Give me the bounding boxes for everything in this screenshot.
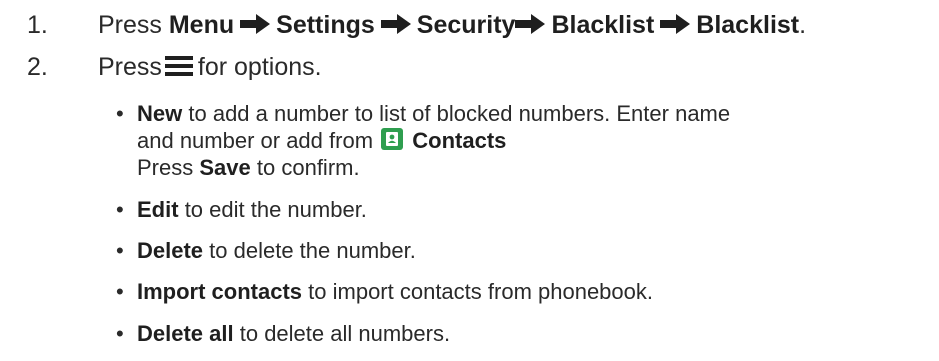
step-number: 2. <box>27 53 48 81</box>
option-text: to edit the number. <box>184 197 367 222</box>
option-term: Import contacts <box>137 279 303 304</box>
bullet-marker: • <box>116 238 124 263</box>
path-security: Security <box>416 11 516 39</box>
bullet-body: Edit to edit the number. <box>137 196 367 223</box>
option-text: to import contacts from phonebook. <box>308 279 654 304</box>
bullet-body: Delete all to delete all numbers. <box>137 320 450 347</box>
bullet-body: Delete to delete the number. <box>137 237 416 264</box>
option-text: to delete all numbers. <box>239 321 451 346</box>
option-term: Save <box>199 155 251 180</box>
option-term: Delete all <box>137 321 234 346</box>
step-text: Press Menu Settings Security Blacklist Black… <box>98 10 806 40</box>
option-text: to add a number to list of blocked numbe… <box>188 101 731 126</box>
bullet-marker: • <box>116 321 124 346</box>
path-blacklist: Blacklist <box>551 11 655 39</box>
bullet-line: and number or add from Contacts <box>137 127 730 154</box>
list-item-new: • New to add a number to list of blocked… <box>0 100 939 188</box>
press-word: Press <box>98 53 162 81</box>
bullet-marker: • <box>116 197 124 222</box>
bullet-line: Press Save to confirm. <box>137 154 730 181</box>
bullet-marker: • <box>116 279 124 304</box>
option-term: New <box>137 101 183 126</box>
option-text: to delete the number. <box>209 238 416 263</box>
option-text: and number or add from <box>137 128 374 153</box>
right-arrow-icon <box>380 14 411 35</box>
step-end: . <box>799 11 807 39</box>
press-word: Press <box>98 11 162 39</box>
hamburger-menu-icon <box>164 56 193 77</box>
path-menu: Menu <box>168 11 235 39</box>
option-term: Edit <box>137 197 179 222</box>
right-arrow-icon <box>240 14 271 35</box>
bullet-line: New to add a number to list of blocked n… <box>137 100 730 127</box>
option-term: Contacts <box>412 128 507 153</box>
step-number: 1. <box>27 11 48 39</box>
step-suffix: for options. <box>197 53 322 81</box>
option-text: Press <box>137 155 194 180</box>
path-settings: Settings <box>276 11 375 39</box>
step-text: Press for options. <box>98 52 322 82</box>
option-text: to confirm. <box>256 155 360 180</box>
path-blacklist-sub: Blacklist <box>696 11 800 39</box>
bullet-marker: • <box>116 101 124 126</box>
bullet-body: Import contacts to import contacts from … <box>137 278 653 305</box>
contacts-icon <box>381 128 404 151</box>
option-term: Delete <box>137 238 204 263</box>
right-arrow-icon <box>515 14 546 35</box>
right-arrow-icon <box>660 14 691 35</box>
bullet-body: New to add a number to list of blocked n… <box>137 100 730 181</box>
instruction-document: 1. Press Menu Settings Security Blacklist Bl… <box>0 0 939 361</box>
